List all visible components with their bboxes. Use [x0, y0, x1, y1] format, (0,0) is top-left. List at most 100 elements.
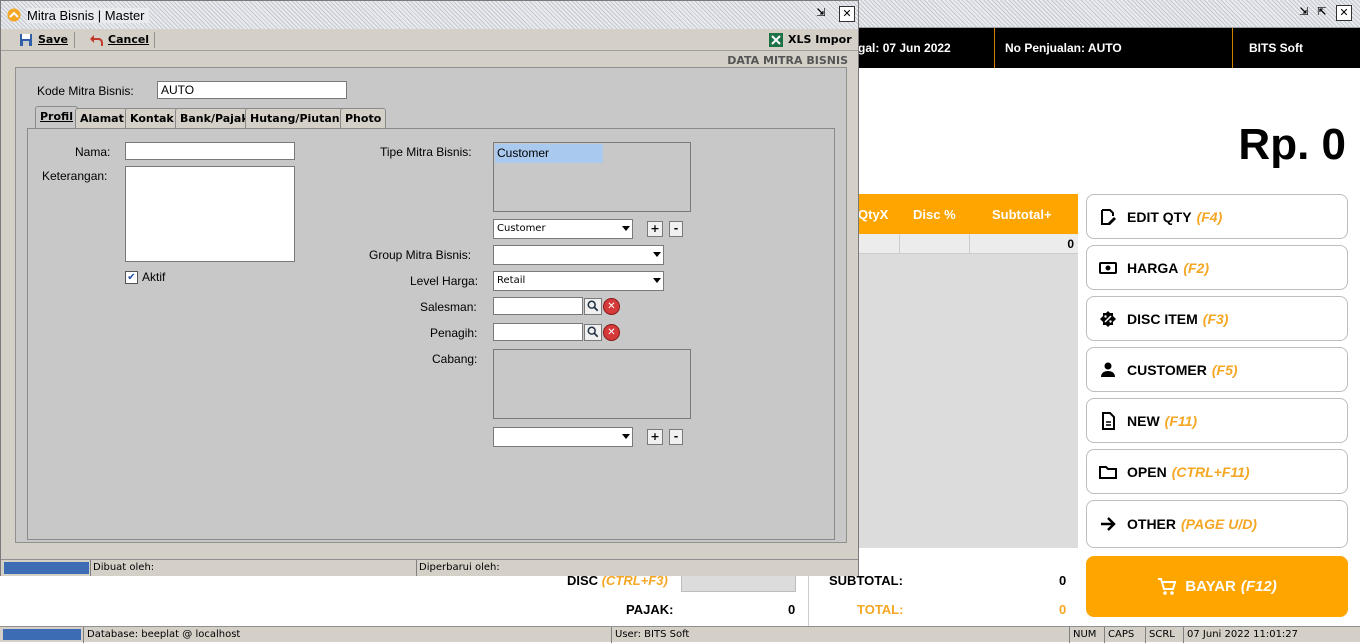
nama-label: Nama: [75, 145, 111, 159]
add-tipe-button[interactable]: + [647, 221, 663, 237]
section-title: DATA MITRA BISNIS [727, 54, 848, 67]
discount-icon [1100, 310, 1116, 327]
edit-icon [1101, 208, 1116, 225]
open-button[interactable]: OPEN (CTRL+F11) [1086, 449, 1348, 494]
add-cabang-button[interactable]: + [647, 429, 663, 445]
dialog-toolbar: Save Cancel XLS Impor [1, 29, 858, 51]
group-combo[interactable] [493, 245, 664, 265]
app-logo-icon [7, 8, 21, 22]
search-icon [587, 326, 599, 338]
total-label: TOTAL: [857, 602, 904, 617]
tab-hutang-piutang[interactable]: Hutang/Piutang [245, 108, 353, 128]
progress-bar [4, 562, 89, 574]
pajak-value: 0 [788, 602, 796, 617]
floppy-icon [20, 34, 32, 46]
tab-kontak[interactable]: Kontak [125, 108, 179, 128]
cancel-button[interactable]: Cancel [89, 31, 149, 49]
close-icon[interactable]: ✕ [839, 6, 855, 22]
penagih-clear-icon[interactable]: ✕ [603, 324, 620, 341]
arrow-right-icon [1101, 517, 1116, 531]
diperbarui-oleh-label: Diperbarui oleh: [419, 562, 500, 573]
salesman-clear-icon[interactable]: ✕ [603, 298, 620, 315]
kode-label: Kode Mitra Bisnis: [37, 84, 134, 98]
dialog-titlebar[interactable]: Mitra Bisnis | Master ⇲ ✕ [1, 1, 858, 29]
status-user: User: BITS Soft [611, 627, 1069, 643]
penagih-input[interactable] [493, 323, 583, 341]
customer-button[interactable]: CUSTOMER (F5) [1086, 347, 1348, 392]
brand-label: BITS Soft [1232, 28, 1360, 68]
chevron-down-icon [622, 226, 630, 231]
bayar-button[interactable]: BAYAR (F12) [1086, 556, 1348, 617]
status-num: NUM [1069, 627, 1104, 643]
group-label: Group Mitra Bisnis: [369, 248, 472, 262]
col-subtotal[interactable]: Subtotal+ [992, 194, 1052, 236]
keterangan-textarea[interactable] [125, 166, 295, 262]
xls-import-button[interactable]: XLS Impor [769, 31, 852, 49]
salesman-label: Salesman: [420, 300, 477, 314]
other-button[interactable]: OTHER (PAGE U/D) [1086, 500, 1348, 548]
subtotal-value: 0 [1059, 573, 1067, 588]
pajak-label: PAJAK: [626, 602, 674, 617]
new-button[interactable]: NEW (F11) [1086, 398, 1348, 443]
tab-photo[interactable]: Photo [340, 108, 387, 128]
chevron-down-icon [653, 252, 661, 257]
close-icon[interactable]: ✕ [1336, 5, 1352, 21]
harga-button[interactable]: HARGA (F2) [1086, 245, 1348, 290]
dibuat-oleh-label: Dibuat oleh: [93, 562, 155, 573]
tipe-listbox[interactable]: Customer [493, 142, 691, 212]
cabang-listbox[interactable] [493, 349, 691, 419]
disc-item-button[interactable]: DISC ITEM (F3) [1086, 296, 1348, 341]
document-icon [1102, 411, 1115, 430]
folder-icon [1099, 465, 1117, 479]
level-harga-label: Level Harga: [410, 274, 479, 288]
person-icon [1101, 362, 1115, 377]
grid-body[interactable] [858, 254, 1078, 548]
no-penjualan-value: AUTO [1087, 41, 1122, 55]
dialog-statusbar: Dibuat oleh: Diperbarui oleh: [1, 559, 858, 576]
cabang-combo[interactable] [493, 427, 633, 447]
chevron-down-icon [653, 278, 661, 283]
status-database: Database: beeplat @ localhost [83, 627, 611, 643]
search-icon [587, 300, 599, 312]
grid-row[interactable]: 0 [858, 234, 1078, 254]
aktif-checkbox[interactable]: ✔ [125, 271, 138, 284]
money-icon [1099, 261, 1117, 274]
tanggal-value: 07 Jun 2022 [882, 41, 951, 55]
tipe-list-item[interactable]: Customer [495, 144, 603, 163]
salesman-search-button[interactable] [584, 298, 602, 315]
grid-row-subtotal: 0 [1067, 237, 1074, 251]
penagih-label: Penagih: [430, 326, 478, 340]
cabang-label: Cabang: [432, 352, 478, 366]
remove-cabang-button[interactable]: - [669, 429, 683, 445]
grid-header: QtyX Disc % Subtotal+ [858, 194, 1078, 234]
chevron-down-icon [622, 434, 630, 439]
tanggal-label: gal: [858, 41, 880, 55]
restore-icon[interactable]: ⇲ [1296, 5, 1312, 21]
mitra-bisnis-dialog: Mitra Bisnis | Master ⇲ ✕ Save Cancel XL… [0, 0, 859, 576]
edit-qty-button[interactable]: EDIT QTY (F4) [1086, 194, 1348, 239]
level-harga-combo[interactable]: Retail [493, 271, 664, 291]
tab-alamat[interactable]: Alamat [75, 108, 129, 128]
tipe-label: Tipe Mitra Bisnis: [380, 145, 472, 159]
status-scrl: SCRL [1145, 627, 1183, 643]
remove-tipe-button[interactable]: - [669, 221, 683, 237]
cart-icon [1158, 577, 1177, 595]
restore-down-icon[interactable]: ⇱ [1314, 5, 1330, 21]
restore-icon[interactable]: ⇲ [813, 6, 829, 22]
no-penjualan-label: No Penjualan: [1005, 41, 1086, 55]
save-button[interactable]: Save [19, 31, 68, 49]
status-datetime: 07 Juni 2022 11:01:27 [1183, 627, 1360, 643]
kode-mitra-input[interactable] [157, 81, 347, 99]
undo-icon [90, 35, 103, 46]
pos-infobar: gal: 07 Jun 2022 No Penjualan: AUTO BITS… [858, 28, 1360, 68]
tipe-combo[interactable]: Customer [493, 219, 633, 239]
app-statusbar: Database: beeplat @ localhost User: BITS… [0, 626, 1360, 643]
col-qtyx[interactable]: QtyX [858, 194, 888, 236]
nama-input[interactable] [125, 142, 295, 160]
col-disc[interactable]: Disc % [913, 194, 956, 236]
tab-bank-pajak[interactable]: Bank/Pajak [175, 108, 254, 128]
salesman-input[interactable] [493, 297, 583, 315]
tab-profil[interactable]: Profil [35, 106, 78, 129]
penagih-search-button[interactable] [584, 324, 602, 341]
aktif-label: Aktif [142, 270, 166, 284]
